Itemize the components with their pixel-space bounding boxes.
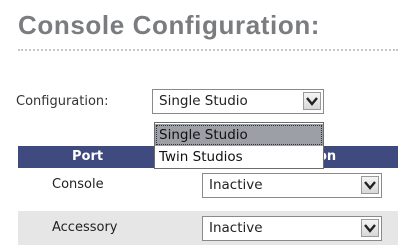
page-title: Console Configuration: (18, 10, 321, 40)
status-select-value: Inactive (209, 220, 263, 236)
accessory-status-select[interactable]: Inactive (202, 216, 382, 241)
status-select-value: Inactive (209, 177, 263, 193)
configuration-select[interactable]: Single Studio (152, 89, 324, 114)
configuration-select-value: Single Studio (159, 93, 248, 109)
dropdown-option-twin-studios[interactable]: Twin Studios (155, 146, 323, 168)
chevron-down-icon[interactable] (361, 219, 379, 237)
port-name: Console (52, 177, 104, 192)
port-name: Accessory (52, 220, 118, 235)
configuration-dropdown-list: Single Studio Twin Studios (154, 122, 324, 169)
chevron-down-icon[interactable] (303, 92, 321, 110)
column-header-port: Port (72, 149, 104, 164)
table-row: Console Inactive (18, 168, 398, 202)
console-status-select[interactable]: Inactive (202, 173, 382, 198)
title-divider (18, 49, 398, 51)
configuration-label: Configuration: (16, 94, 109, 109)
dropdown-option-single-studio[interactable]: Single Studio (155, 124, 323, 146)
table-row: Accessory Inactive (18, 211, 398, 245)
chevron-down-icon[interactable] (361, 176, 379, 194)
